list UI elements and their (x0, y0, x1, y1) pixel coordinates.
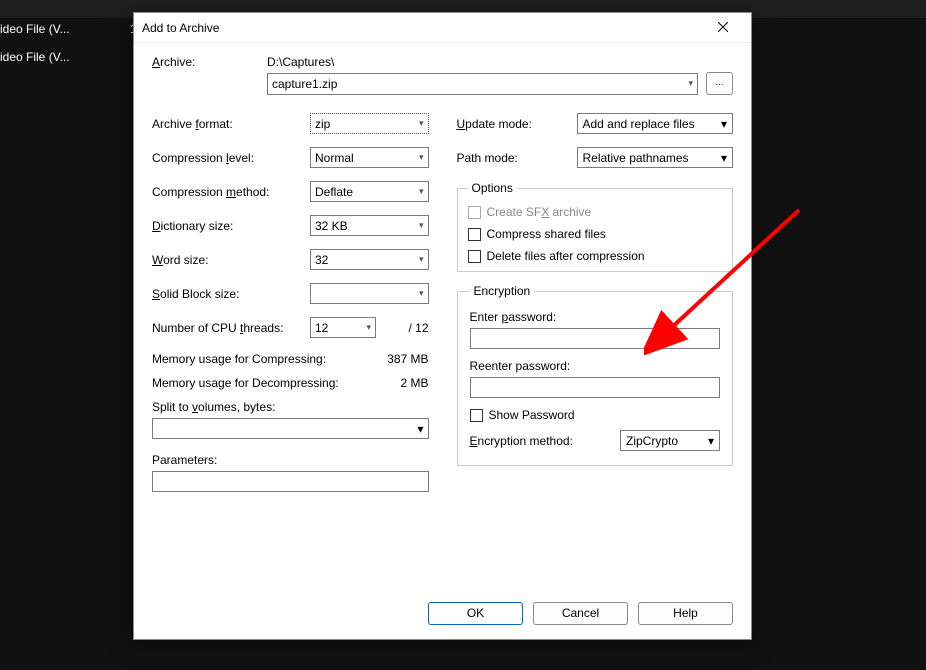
update-mode-label: Update mode: (457, 117, 577, 131)
file-row[interactable]: ideo File (V... 31 (0, 48, 153, 66)
threads-combo[interactable]: 12 ▾ (310, 317, 376, 338)
sfx-checkbox (468, 206, 481, 219)
encryption-legend: Encryption (470, 284, 535, 298)
chevron-down-icon: ▾ (366, 322, 371, 333)
file-name: ideo File (V... (0, 50, 110, 64)
options-legend: Options (468, 181, 517, 195)
chevron-down-icon: ▾ (419, 220, 424, 231)
chevron-down-icon: ▾ (708, 434, 714, 448)
path-mode-label: Path mode: (457, 151, 577, 165)
chevron-down-icon: ▾ (419, 254, 424, 265)
archive-label: Archive: (152, 55, 267, 69)
file-name: ideo File (V... (0, 22, 110, 36)
chevron-down-icon: ▾ (419, 152, 424, 163)
show-password-label: Show Password (489, 408, 575, 422)
delete-after-checkbox[interactable] (468, 250, 481, 263)
dialog-title: Add to Archive (142, 21, 703, 35)
threads-label: Number of CPU threads: (152, 321, 310, 335)
compress-shared-label: Compress shared files (487, 227, 606, 241)
solid-block-label: Solid Block size: (152, 287, 310, 301)
enter-password-input[interactable] (470, 328, 721, 349)
mem-decompress-label: Memory usage for Decompressing: (152, 376, 339, 390)
compression-method-combo[interactable]: Deflate ▾ (310, 181, 429, 202)
chevron-down-icon: ▾ (688, 78, 693, 89)
sfx-label: Create SFX archive (487, 205, 592, 219)
encryption-method-label: Encryption method: (470, 434, 621, 448)
archive-path-text: D:\Captures\ (267, 55, 733, 69)
titlebar[interactable]: Add to Archive (134, 13, 751, 43)
split-volumes-combo[interactable]: ▾ (152, 418, 429, 439)
right-column: Update mode: Add and replace files ▾ Pat… (457, 113, 734, 492)
mem-compress-value: 387 MB (387, 352, 428, 366)
enter-password-label: Enter password: (470, 310, 721, 324)
threads-max: / 12 (408, 321, 428, 335)
reenter-password-label: Reenter password: (470, 359, 721, 373)
delete-after-label: Delete files after compression (487, 249, 645, 263)
archive-format-combo[interactable]: zip ▾ (310, 113, 429, 134)
compression-level-combo[interactable]: Normal ▾ (310, 147, 429, 168)
ok-button[interactable]: OK (428, 602, 523, 625)
cancel-button[interactable]: Cancel (533, 602, 628, 625)
archive-filename-value: capture1.zip (272, 77, 337, 91)
update-mode-combo[interactable]: Add and replace files ▾ (577, 113, 734, 134)
archive-format-label: Archive format: (152, 117, 310, 131)
parameters-input[interactable] (152, 471, 429, 492)
mem-decompress-value: 2 MB (400, 376, 428, 390)
path-mode-combo[interactable]: Relative pathnames ▾ (577, 147, 734, 168)
dictionary-size-label: Dictionary size: (152, 219, 310, 233)
compression-level-label: Compression level: (152, 151, 310, 165)
mem-compress-label: Memory usage for Compressing: (152, 352, 326, 366)
chevron-down-icon: ▾ (419, 118, 424, 129)
parameters-label: Parameters: (152, 453, 429, 467)
chevron-down-icon: ▾ (419, 186, 424, 197)
file-row[interactable]: ideo File (V... 1,18 (0, 20, 153, 38)
reenter-password-input[interactable] (470, 377, 721, 398)
close-icon (718, 22, 728, 32)
word-size-label: Word size: (152, 253, 310, 267)
chevron-down-icon: ▾ (417, 422, 423, 436)
chevron-down-icon: ▾ (721, 151, 727, 165)
compression-method-label: Compression method: (152, 185, 310, 199)
compress-shared-checkbox[interactable] (468, 228, 481, 241)
close-button[interactable] (703, 14, 743, 42)
left-column: Archive format: zip ▾ Compression level:… (152, 113, 429, 492)
add-to-archive-dialog: Add to Archive Archive: D:\Captures\ cap… (133, 12, 752, 640)
split-volumes-label: Split to volumes, bytes: (152, 400, 429, 414)
chevron-down-icon: ▾ (419, 288, 424, 299)
options-group: Options Create SFX archive Compress shar… (457, 181, 734, 272)
archive-filename-combo[interactable]: capture1.zip ▾ (267, 73, 698, 95)
dictionary-size-combo[interactable]: 32 KB ▾ (310, 215, 429, 236)
word-size-combo[interactable]: 32 ▾ (310, 249, 429, 270)
help-button[interactable]: Help (638, 602, 733, 625)
browse-button[interactable]: ... (706, 72, 733, 95)
solid-block-combo[interactable]: ▾ (310, 283, 429, 304)
encryption-group: Encryption Enter password: Reenter passw… (457, 284, 734, 466)
show-password-checkbox[interactable] (470, 409, 483, 422)
encryption-method-combo[interactable]: ZipCrypto ▾ (620, 430, 720, 451)
chevron-down-icon: ▾ (721, 117, 727, 131)
